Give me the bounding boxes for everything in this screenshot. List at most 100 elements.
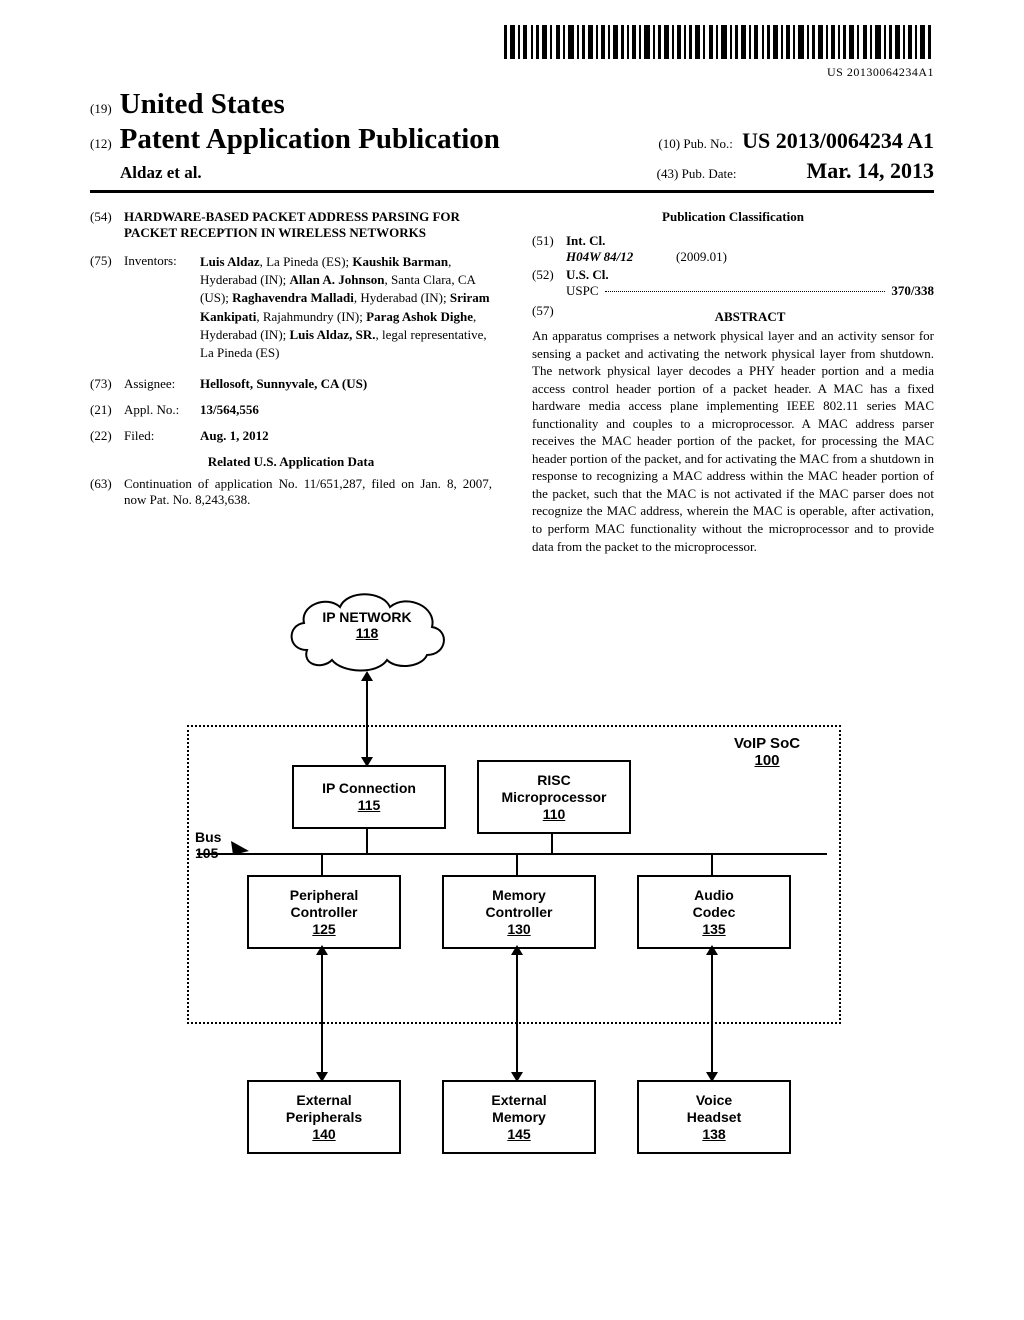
soc-label-text: VoIP SoC [717, 735, 817, 752]
cloud-label-text: IP NETWORK [282, 610, 452, 625]
headset-label2: Headset [639, 1109, 789, 1126]
bus-label-text: Bus [195, 830, 221, 845]
related-text: Continuation of application No. 11/651,2… [124, 476, 492, 508]
mem-ctrl-label1: Memory [444, 887, 594, 904]
field-code-57: (57) [532, 303, 566, 325]
periph-ctrl-label2: Controller [249, 904, 399, 921]
block-ip-connection: IP Connection 115 [292, 765, 446, 829]
headset-label1: Voice [639, 1092, 789, 1109]
audio-codec-ref: 135 [639, 921, 789, 938]
intcl-label: Int. Cl. [566, 233, 934, 249]
field-code-75: (75) [90, 253, 124, 362]
abstract-heading: ABSTRACT [566, 309, 934, 325]
abstract-text: An apparatus comprises a network physica… [532, 327, 934, 555]
arrowhead-up-icon [706, 945, 718, 955]
intcl-line: H04W 84/12 (2009.01) [566, 249, 934, 265]
audio-codec-label1: Audio [639, 887, 789, 904]
bibliographic-columns: (54) HARDWARE-BASED PACKET ADDRESS PARSI… [90, 209, 934, 555]
connector-mem-ext [516, 947, 518, 1080]
block-voice-headset: Voice Headset 138 [637, 1080, 791, 1154]
inventors-label: Inventors: [124, 253, 200, 362]
filed-label: Filed: [124, 428, 200, 444]
arrowhead-up-icon [511, 945, 523, 955]
ext-mem-label2: Memory [444, 1109, 594, 1126]
bus-label: Bus 105 [195, 830, 221, 861]
pubdate-value: Mar. 14, 2013 [806, 158, 934, 184]
mem-ctrl-ref: 130 [444, 921, 594, 938]
country-heading: United States [120, 88, 285, 121]
bus-line [197, 853, 827, 855]
connector-cloud-ipconn [366, 673, 368, 765]
left-column: (54) HARDWARE-BASED PACKET ADDRESS PARSI… [90, 209, 492, 555]
pub-class-heading: Publication Classification [532, 209, 934, 225]
field-inventors: (75) Inventors: Luis Aldaz, La Pineda (E… [90, 253, 492, 362]
pubdate-label: Pub. Date: [682, 166, 737, 182]
field-intcl: (51) Int. Cl. H04W 84/12 (2009.01) [532, 233, 934, 265]
bus-pointer-arrow-icon [231, 841, 249, 855]
intcl-code: H04W 84/12 [566, 249, 676, 265]
field-code-12: (12) [90, 136, 112, 152]
field-code-63: (63) [90, 476, 124, 508]
uscl-label: U.S. Cl. [566, 267, 934, 283]
connector-bus-memctrl [516, 855, 518, 875]
periph-ctrl-label1: Peripheral [249, 887, 399, 904]
field-filed: (22) Filed: Aug. 1, 2012 [90, 428, 492, 444]
field-code-10: (10) [658, 136, 680, 151]
ext-periph-ref: 140 [249, 1126, 399, 1143]
uspc-line: USPC 370/338 [566, 283, 934, 299]
related-heading: Related U.S. Application Data [90, 454, 492, 470]
field-assignee: (73) Assignee: Hellosoft, Sunnyvale, CA … [90, 376, 492, 392]
connector-bus-periph [321, 855, 323, 875]
field-code-52: (52) [532, 267, 566, 299]
block-memory-controller: Memory Controller 130 [442, 875, 596, 949]
block-diagram: IP NETWORK 118 VoIP SoC 100 IP Connectio… [187, 585, 837, 1205]
field-code-22: (22) [90, 428, 124, 444]
inventors-list: Luis Aldaz, La Pineda (ES); Kaushik Barm… [200, 253, 492, 362]
risc-label2: Microprocessor [479, 789, 629, 806]
connector-bus-audio [711, 855, 713, 875]
arrowhead-up-icon [361, 671, 373, 681]
arrowhead-down-icon [706, 1072, 718, 1082]
diagram-wrap: IP NETWORK 118 VoIP SoC 100 IP Connectio… [90, 585, 934, 1205]
connector-periph-ext [321, 947, 323, 1080]
arrowhead-up-icon [316, 945, 328, 955]
field-code-21: (21) [90, 402, 124, 418]
connector-ipconn-bus [366, 827, 368, 853]
authors-line: Aldaz et al. [120, 163, 202, 183]
block-audio-codec: Audio Codec 135 [637, 875, 791, 949]
field-abstract: (57) ABSTRACT [532, 303, 934, 325]
mem-ctrl-label2: Controller [444, 904, 594, 921]
uspc-dots [605, 291, 886, 292]
doc-type-heading: Patent Application Publication [120, 123, 500, 156]
intcl-year: (2009.01) [676, 249, 727, 265]
block-peripheral-controller: Peripheral Controller 125 [247, 875, 401, 949]
field-code-19: (19) [90, 101, 112, 121]
field-related: (63) Continuation of application No. 11/… [90, 476, 492, 508]
barcode-icon [504, 25, 934, 59]
patent-page: US 20130064234A1 (19) United States (12)… [0, 0, 1024, 1245]
risc-label1: RISC [479, 772, 629, 789]
header-block: (19) United States (12) Patent Applicati… [90, 88, 934, 193]
connector-risc-bus [551, 832, 553, 853]
ext-mem-ref: 145 [444, 1126, 594, 1143]
barcode-number: US 20130064234A1 [90, 65, 934, 80]
assignee-label: Assignee: [124, 376, 200, 392]
uspc-value: 370/338 [891, 283, 934, 299]
field-code-51: (51) [532, 233, 566, 265]
field-applno: (21) Appl. No.: 13/564,556 [90, 402, 492, 418]
block-external-peripherals: External Peripherals 140 [247, 1080, 401, 1154]
uspc-label: USPC [566, 283, 599, 299]
periph-ctrl-ref: 125 [249, 921, 399, 938]
invention-title: HARDWARE-BASED PACKET ADDRESS PARSING FO… [124, 209, 492, 241]
barcode-area: US 20130064234A1 [90, 25, 934, 80]
soc-ref: 100 [717, 752, 817, 769]
block-external-memory: External Memory 145 [442, 1080, 596, 1154]
cloud-ref: 118 [282, 626, 452, 641]
ext-periph-label2: Peripherals [249, 1109, 399, 1126]
cloud-ip-network: IP NETWORK 118 [282, 585, 452, 675]
field-uscl: (52) U.S. Cl. USPC 370/338 [532, 267, 934, 299]
field-code-73: (73) [90, 376, 124, 392]
pubno-label: Pub. No.: [683, 136, 732, 151]
cloud-label: IP NETWORK 118 [282, 610, 452, 641]
soc-label: VoIP SoC 100 [717, 735, 817, 770]
